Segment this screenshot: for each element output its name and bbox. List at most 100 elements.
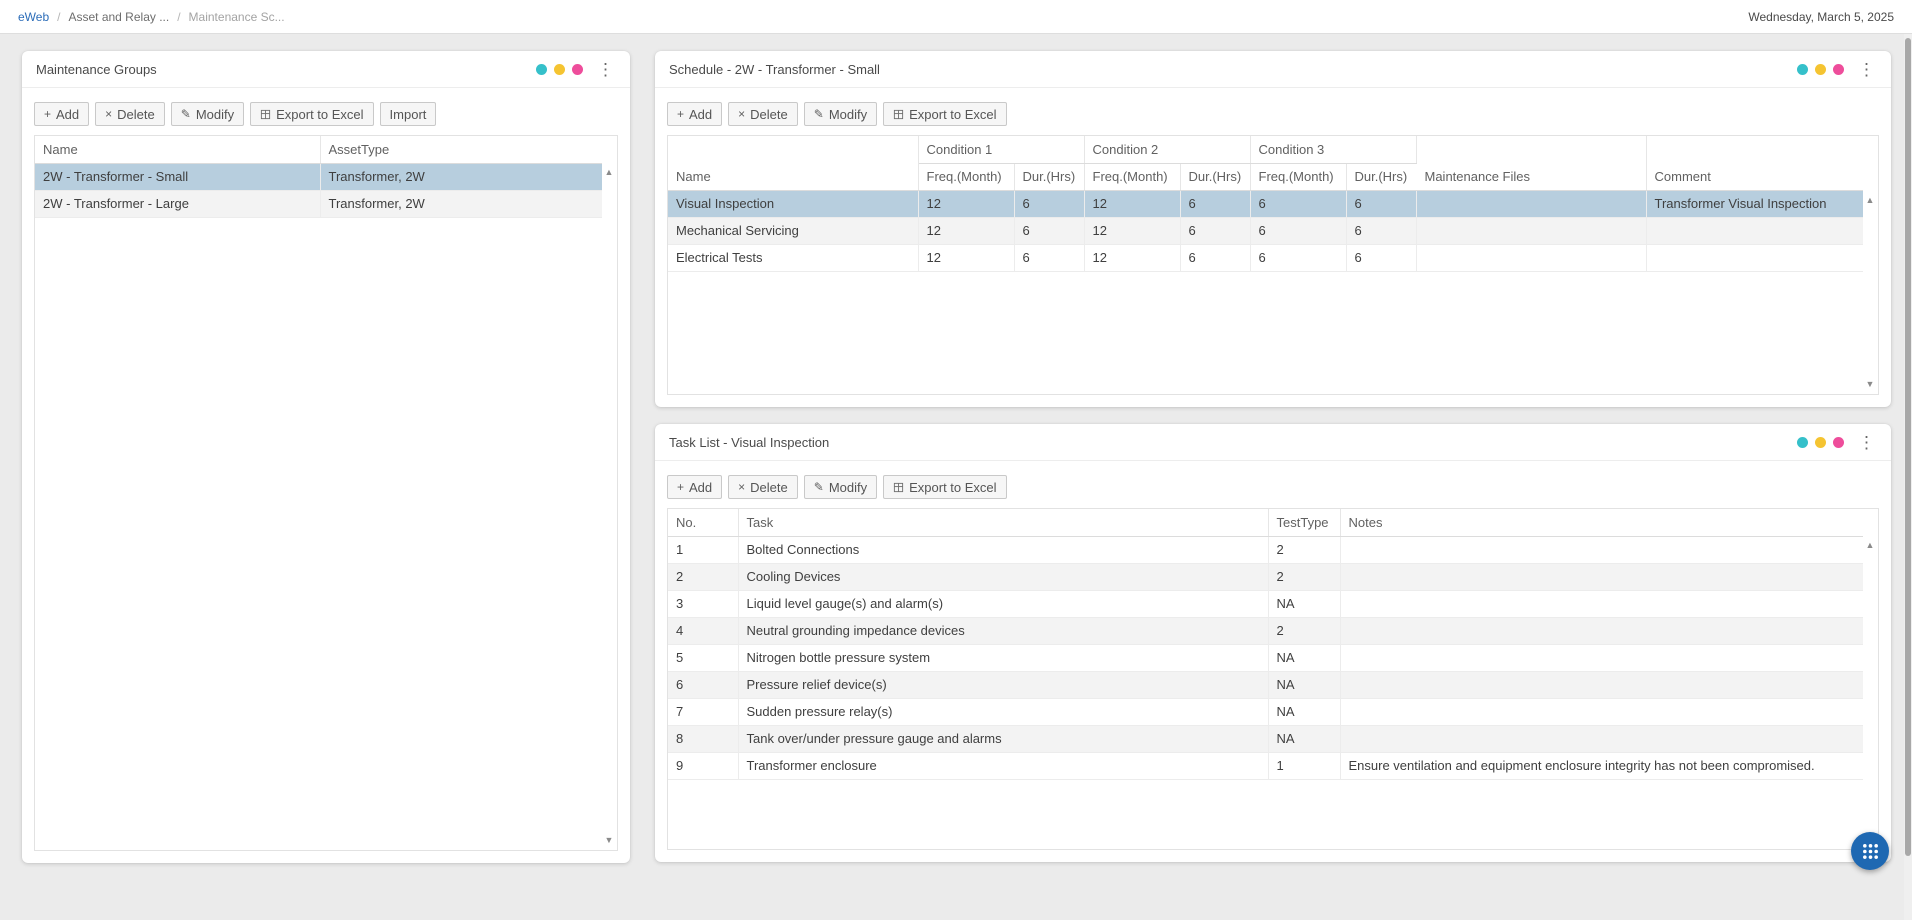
table-row[interactable]: 2W - Transformer - Large Transformer, 2W xyxy=(35,190,602,217)
delete-button[interactable]: × Delete xyxy=(728,475,798,499)
cell-c1-freq[interactable]: 12 xyxy=(918,244,1014,271)
cell-name[interactable]: 2W - Transformer - Small xyxy=(35,163,320,190)
cell-c3-dur[interactable]: 6 xyxy=(1346,244,1416,271)
cell-no[interactable]: 3 xyxy=(668,590,738,617)
panel-menu-icon[interactable]: ⋮ xyxy=(1856,61,1877,78)
column-header-name[interactable]: Name xyxy=(668,136,918,190)
cell-notes[interactable] xyxy=(1340,725,1863,752)
scroll-up-icon[interactable]: ▲ xyxy=(1864,196,1876,205)
import-button[interactable]: Import xyxy=(380,102,437,126)
column-header-assettype[interactable]: AssetType xyxy=(320,136,602,163)
table-row[interactable]: 5 Nitrogen bottle pressure system NA xyxy=(668,644,1863,671)
cell-c1-freq[interactable]: 12 xyxy=(918,190,1014,217)
cell-task[interactable]: Nitrogen bottle pressure system xyxy=(738,644,1268,671)
cell-notes[interactable] xyxy=(1340,536,1863,563)
cell-c3-freq[interactable]: 6 xyxy=(1250,217,1346,244)
modify-button[interactable]: ✎ Modify xyxy=(804,102,877,126)
cell-c2-freq[interactable]: 12 xyxy=(1084,217,1180,244)
table-row[interactable]: Mechanical Servicing 12 6 12 6 6 6 xyxy=(668,217,1863,244)
cell-c2-dur[interactable]: 6 xyxy=(1180,217,1250,244)
cell-notes[interactable] xyxy=(1340,671,1863,698)
cell-task[interactable]: Transformer enclosure xyxy=(738,752,1268,779)
cell-name[interactable]: 2W - Transformer - Large xyxy=(35,190,320,217)
cell-task[interactable]: Tank over/under pressure gauge and alarm… xyxy=(738,725,1268,752)
export-to-excel-button[interactable]: Export to Excel xyxy=(883,102,1006,126)
cell-comment[interactable]: Transformer Visual Inspection xyxy=(1646,190,1863,217)
cell-notes[interactable] xyxy=(1340,698,1863,725)
cell-notes[interactable] xyxy=(1340,644,1863,671)
table-row[interactable]: 2W - Transformer - Small Transformer, 2W xyxy=(35,163,602,190)
cell-c3-freq[interactable]: 6 xyxy=(1250,244,1346,271)
cell-testtype[interactable]: NA xyxy=(1268,671,1340,698)
apps-launcher-button[interactable] xyxy=(1851,832,1889,870)
cell-c3-freq[interactable]: 6 xyxy=(1250,190,1346,217)
table-row[interactable]: Electrical Tests 12 6 12 6 6 6 xyxy=(668,244,1863,271)
column-header-freq-2[interactable]: Freq.(Month) xyxy=(1084,163,1180,190)
cell-task[interactable]: Sudden pressure relay(s) xyxy=(738,698,1268,725)
page-scrollbar-thumb[interactable] xyxy=(1905,38,1911,856)
cell-c2-freq[interactable]: 12 xyxy=(1084,244,1180,271)
modify-button[interactable]: ✎ Modify xyxy=(171,102,244,126)
cell-task[interactable]: Cooling Devices xyxy=(738,563,1268,590)
cell-testtype[interactable]: NA xyxy=(1268,698,1340,725)
table-row[interactable]: 3 Liquid level gauge(s) and alarm(s) NA xyxy=(668,590,1863,617)
cell-no[interactable]: 8 xyxy=(668,725,738,752)
breadcrumb-item-asset-and-relay[interactable]: Asset and Relay ... xyxy=(68,10,169,24)
add-button[interactable]: + Add xyxy=(34,102,89,126)
cell-c2-dur[interactable]: 6 xyxy=(1180,244,1250,271)
add-button[interactable]: + Add xyxy=(667,475,722,499)
delete-button[interactable]: × Delete xyxy=(95,102,165,126)
column-header-notes[interactable]: Notes xyxy=(1340,509,1863,536)
cell-c2-freq[interactable]: 12 xyxy=(1084,190,1180,217)
cell-testtype[interactable]: 1 xyxy=(1268,752,1340,779)
column-header-dur-2[interactable]: Dur.(Hrs) xyxy=(1180,163,1250,190)
breadcrumb-item-eweb[interactable]: eWeb xyxy=(18,10,49,24)
cell-task[interactable]: Neutral grounding impedance devices xyxy=(738,617,1268,644)
cell-name[interactable]: Visual Inspection xyxy=(668,190,918,217)
cell-c3-dur[interactable]: 6 xyxy=(1346,190,1416,217)
table-row[interactable]: 4 Neutral grounding impedance devices 2 xyxy=(668,617,1863,644)
cell-task[interactable]: Bolted Connections xyxy=(738,536,1268,563)
cell-testtype[interactable]: 2 xyxy=(1268,617,1340,644)
cell-testtype[interactable]: 2 xyxy=(1268,536,1340,563)
cell-no[interactable]: 1 xyxy=(668,536,738,563)
cell-testtype[interactable]: 2 xyxy=(1268,563,1340,590)
column-header-no[interactable]: No. xyxy=(668,509,738,536)
column-header-name[interactable]: Name xyxy=(35,136,320,163)
cell-maintenance-files[interactable] xyxy=(1416,244,1646,271)
cell-assettype[interactable]: Transformer, 2W xyxy=(320,190,602,217)
cell-notes[interactable] xyxy=(1340,590,1863,617)
cell-c1-dur[interactable]: 6 xyxy=(1014,244,1084,271)
column-header-maintenance-files[interactable]: Maintenance Files xyxy=(1416,136,1646,190)
cell-testtype[interactable]: NA xyxy=(1268,590,1340,617)
column-header-task[interactable]: Task xyxy=(738,509,1268,536)
cell-notes[interactable]: Ensure ventilation and equipment enclosu… xyxy=(1340,752,1863,779)
cell-task[interactable]: Pressure relief device(s) xyxy=(738,671,1268,698)
scroll-down-icon[interactable]: ▼ xyxy=(1864,380,1876,389)
cell-comment[interactable] xyxy=(1646,217,1863,244)
table-row[interactable]: 2 Cooling Devices 2 xyxy=(668,563,1863,590)
cell-no[interactable]: 7 xyxy=(668,698,738,725)
cell-no[interactable]: 5 xyxy=(668,644,738,671)
cell-c3-dur[interactable]: 6 xyxy=(1346,217,1416,244)
cell-testtype[interactable]: NA xyxy=(1268,644,1340,671)
export-to-excel-button[interactable]: Export to Excel xyxy=(883,475,1006,499)
modify-button[interactable]: ✎ Modify xyxy=(804,475,877,499)
cell-no[interactable]: 2 xyxy=(668,563,738,590)
table-row[interactable]: 8 Tank over/under pressure gauge and ala… xyxy=(668,725,1863,752)
table-row[interactable]: 6 Pressure relief device(s) NA xyxy=(668,671,1863,698)
column-header-comment[interactable]: Comment xyxy=(1646,136,1863,190)
cell-c1-dur[interactable]: 6 xyxy=(1014,190,1084,217)
cell-maintenance-files[interactable] xyxy=(1416,190,1646,217)
cell-c1-freq[interactable]: 12 xyxy=(918,217,1014,244)
cell-task[interactable]: Liquid level gauge(s) and alarm(s) xyxy=(738,590,1268,617)
column-header-testtype[interactable]: TestType xyxy=(1268,509,1340,536)
cell-comment[interactable] xyxy=(1646,244,1863,271)
scroll-up-icon[interactable]: ▲ xyxy=(603,168,615,177)
cell-notes[interactable] xyxy=(1340,617,1863,644)
cell-notes[interactable] xyxy=(1340,563,1863,590)
table-row[interactable]: 9 Transformer enclosure 1 Ensure ventila… xyxy=(668,752,1863,779)
panel-menu-icon[interactable]: ⋮ xyxy=(1856,434,1877,451)
cell-no[interactable]: 9 xyxy=(668,752,738,779)
column-header-dur-1[interactable]: Dur.(Hrs) xyxy=(1014,163,1084,190)
